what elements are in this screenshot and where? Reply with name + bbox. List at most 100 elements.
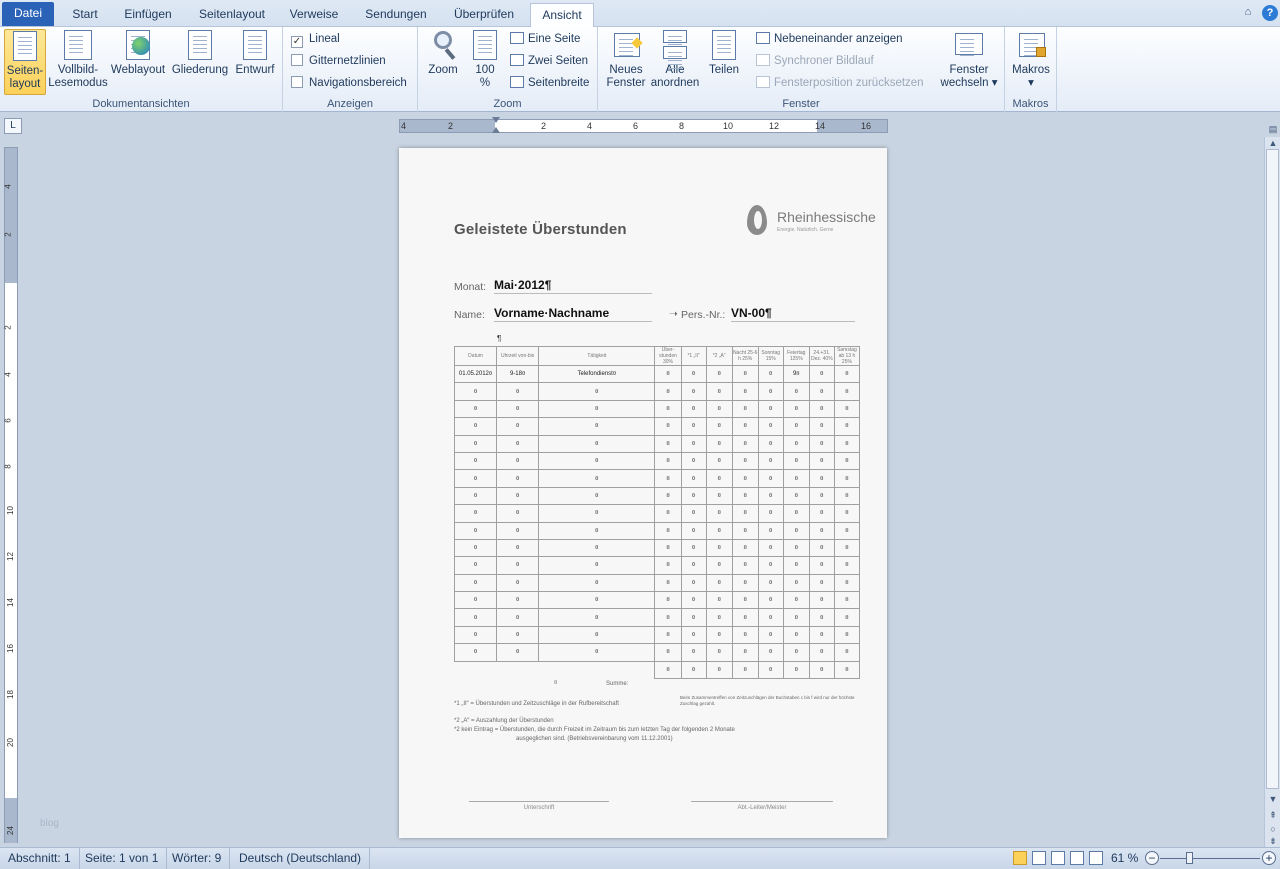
- table-cell[interactable]: ¤: [680, 434, 707, 453]
- view-ruler-icon[interactable]: ▤: [1267, 123, 1279, 135]
- scrollbar-thumb[interactable]: [1266, 149, 1279, 789]
- browse-object-icon[interactable]: ○: [1267, 823, 1279, 835]
- table-cell[interactable]: ¤: [731, 556, 759, 575]
- table-cell[interactable]: ¤: [757, 591, 784, 610]
- table-cell[interactable]: ¤: [731, 591, 759, 610]
- table-cell[interactable]: ¤: [782, 504, 810, 523]
- tab-mailings[interactable]: Sendungen: [356, 3, 436, 27]
- table-cell[interactable]: ¤: [680, 504, 707, 523]
- table-cell[interactable]: ¤: [496, 451, 540, 471]
- table-cell[interactable]: ¤: [654, 364, 682, 384]
- tab-selector-icon[interactable]: L: [4, 118, 22, 134]
- table-cell[interactable]: ¤: [757, 556, 784, 575]
- table-cell[interactable]: ¤: [757, 364, 784, 384]
- tab-view[interactable]: Ansicht: [530, 3, 594, 28]
- table-cell[interactable]: ¤: [782, 417, 810, 436]
- draft-button[interactable]: Entwurf: [232, 29, 278, 77]
- table-cell[interactable]: ¤: [731, 417, 759, 436]
- switch-windows-button[interactable]: Fenster wechseln ▾: [938, 29, 1000, 90]
- table-cell[interactable]: ¤: [731, 504, 759, 523]
- table-cell[interactable]: ¤: [453, 469, 498, 488]
- table-cell[interactable]: ¤: [833, 417, 861, 436]
- table-cell[interactable]: 01.05.2012¤: [453, 364, 498, 384]
- table-cell[interactable]: ¤: [654, 591, 682, 610]
- table-cell[interactable]: ¤: [808, 469, 835, 488]
- table-cell[interactable]: ¤: [731, 451, 759, 471]
- table-cell[interactable]: ¤: [538, 382, 656, 401]
- table-cell[interactable]: ¤: [808, 608, 835, 627]
- table-cell[interactable]: ¤: [453, 573, 498, 593]
- side-by-side-button[interactable]: Nebeneinander anzeigen: [756, 30, 903, 48]
- table-cell[interactable]: ¤: [538, 591, 656, 610]
- tab-file[interactable]: Datei: [2, 2, 54, 26]
- two-pages-button[interactable]: Zwei Seiten: [510, 52, 588, 70]
- table-cell[interactable]: ¤: [680, 608, 707, 627]
- table-cell[interactable]: ¤: [782, 591, 810, 610]
- table-cell[interactable]: ¤: [808, 364, 835, 384]
- arrange-all-button[interactable]: Alle anordnen: [650, 29, 700, 90]
- table-cell[interactable]: ¤: [538, 504, 656, 523]
- table-cell[interactable]: ¤: [757, 382, 784, 401]
- web-layout-button[interactable]: Weblayout: [108, 29, 168, 77]
- table-cell[interactable]: ¤: [757, 469, 784, 488]
- zoom-slider-thumb[interactable]: [1186, 852, 1193, 864]
- table-cell[interactable]: ¤: [833, 451, 861, 471]
- table-cell[interactable]: ¤: [705, 625, 733, 645]
- table-cell[interactable]: ¤: [808, 538, 835, 558]
- table-cell[interactable]: ¤: [453, 538, 498, 558]
- table-cell[interactable]: ¤: [757, 538, 784, 558]
- table-cell[interactable]: ¤: [654, 556, 682, 575]
- table-cell[interactable]: ¤: [680, 469, 707, 488]
- table-cell[interactable]: ¤: [538, 451, 656, 471]
- full-screen-reading-button[interactable]: Vollbild- Lesemodus: [48, 29, 108, 90]
- table-cell[interactable]: ¤: [757, 434, 784, 453]
- macros-button[interactable]: Makros ▾: [1009, 29, 1053, 90]
- previous-page-icon[interactable]: ⇞: [1267, 809, 1279, 821]
- new-window-button[interactable]: Neues Fenster: [604, 29, 648, 90]
- table-cell[interactable]: ¤: [654, 417, 682, 436]
- table-cell[interactable]: ¤: [757, 521, 784, 540]
- table-cell[interactable]: ¤: [680, 660, 707, 680]
- table-cell[interactable]: ¤: [833, 608, 861, 627]
- table-cell[interactable]: ¤: [538, 469, 656, 488]
- table-cell[interactable]: ¤: [453, 608, 498, 627]
- table-cell[interactable]: ¤: [680, 451, 707, 471]
- table-cell[interactable]: ¤: [757, 399, 784, 419]
- table-cell[interactable]: ¤: [808, 434, 835, 453]
- table-cell[interactable]: ¤: [654, 504, 682, 523]
- table-cell[interactable]: ¤: [731, 660, 759, 680]
- reset-window-position-button[interactable]: Fensterposition zurücksetzen: [756, 74, 924, 92]
- table-cell[interactable]: ¤: [538, 434, 656, 453]
- outline-view-icon[interactable]: [1070, 851, 1084, 865]
- table-cell[interactable]: ¤: [705, 399, 733, 419]
- table-cell[interactable]: ¤: [833, 469, 861, 488]
- tab-page-layout[interactable]: Seitenlayout: [190, 3, 274, 27]
- table-cell[interactable]: ¤: [808, 625, 835, 645]
- table-cell[interactable]: ¤: [705, 434, 733, 453]
- table-cell[interactable]: ¤: [705, 486, 733, 506]
- table-cell[interactable]: ¤: [757, 643, 784, 662]
- table-cell[interactable]: ¤: [808, 556, 835, 575]
- table-cell[interactable]: ¤: [654, 399, 682, 419]
- table-cell[interactable]: ¤: [731, 364, 759, 384]
- table-cell[interactable]: ¤: [496, 573, 540, 593]
- draft-view-icon[interactable]: [1089, 851, 1103, 865]
- table-cell[interactable]: ¤: [496, 399, 540, 419]
- zoom-in-icon[interactable]: +: [1262, 851, 1276, 865]
- table-cell[interactable]: ¤: [654, 469, 682, 488]
- table-cell[interactable]: ¤: [833, 556, 861, 575]
- table-cell[interactable]: ¤: [731, 486, 759, 506]
- table-cell[interactable]: ¤: [453, 434, 498, 453]
- vertical-ruler[interactable]: 4 2 2 4 6 8 10 12 14 16 18 20 24: [4, 147, 18, 843]
- table-cell[interactable]: ¤: [496, 469, 540, 488]
- table-cell[interactable]: ¤: [782, 399, 810, 419]
- table-cell[interactable]: ¤: [654, 486, 682, 506]
- table-cell[interactable]: [539, 661, 655, 678]
- table-cell[interactable]: ¤: [705, 538, 733, 558]
- table-cell[interactable]: ¤: [808, 382, 835, 401]
- table-cell[interactable]: ¤: [731, 382, 759, 401]
- table-cell[interactable]: ¤: [654, 660, 682, 680]
- zoom-100-button[interactable]: 100 %: [466, 29, 504, 90]
- table-cell[interactable]: [455, 661, 497, 678]
- table-cell[interactable]: ¤: [680, 591, 707, 610]
